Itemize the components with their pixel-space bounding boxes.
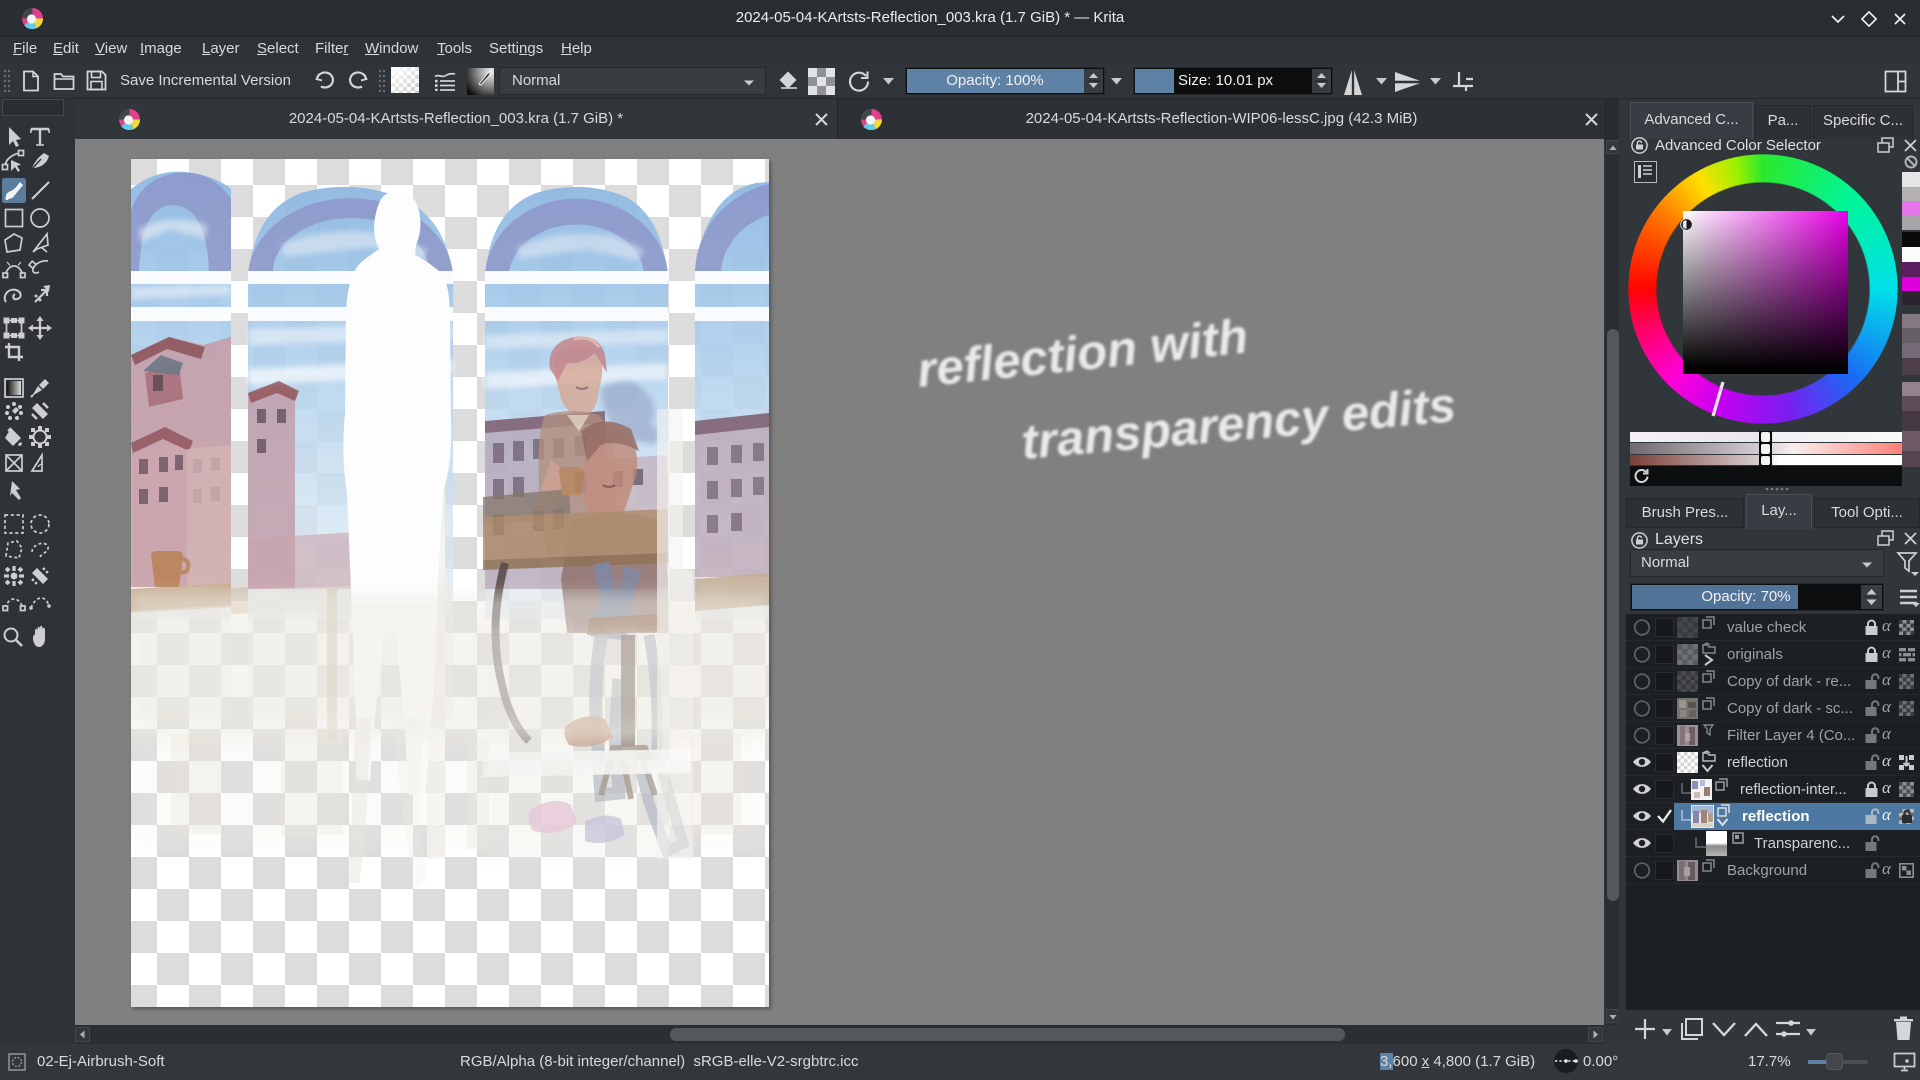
- svg-text:reflection with: reflection with: [915, 310, 1251, 398]
- svg-text:transparency edits: transparency edits: [1019, 378, 1458, 470]
